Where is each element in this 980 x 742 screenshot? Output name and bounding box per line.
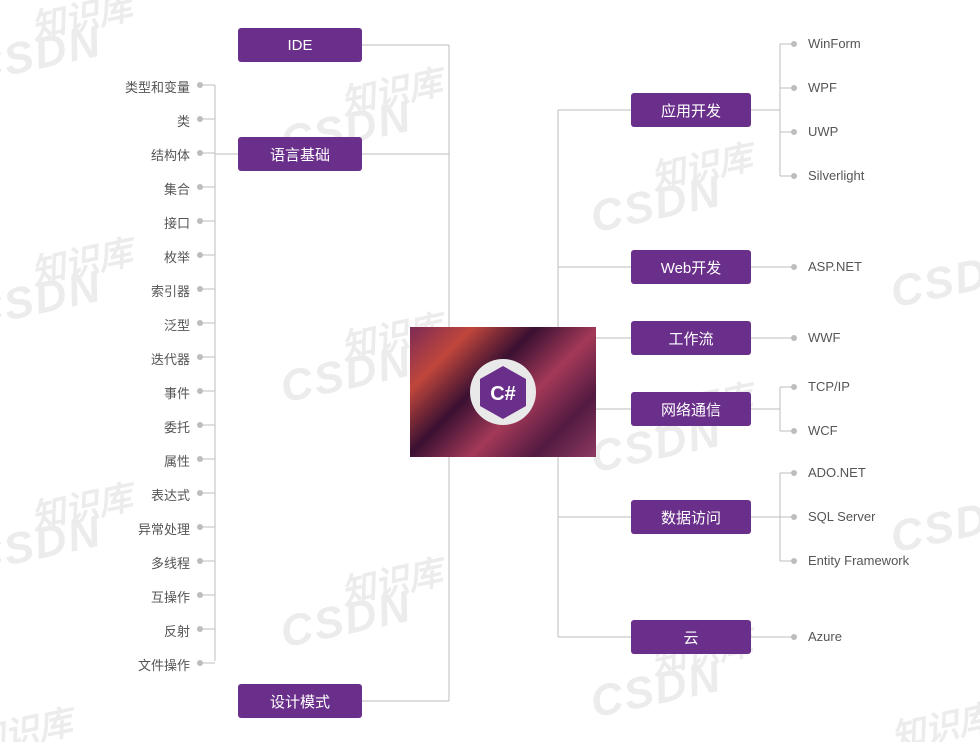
node-web[interactable]: Web开发	[631, 250, 751, 284]
leaf-lang-4[interactable]: 接口	[110, 213, 190, 232]
leaf-lang-2[interactable]: 结构体	[110, 145, 190, 164]
watermark-csdn: CSDN	[0, 507, 106, 583]
watermark-zhishiku: 知识库	[0, 695, 76, 742]
watermark-zhishiku: 知识库	[646, 130, 756, 199]
leaf-cloud-0[interactable]: Azure	[808, 629, 842, 644]
leaf-lang-12[interactable]: 表达式	[110, 485, 190, 504]
leaf-lang-8[interactable]: 迭代器	[110, 349, 190, 368]
watermark-zhishiku: 知识库	[336, 55, 446, 124]
watermark-csdn: CSDN	[276, 582, 416, 658]
leaf-lang-0[interactable]: 类型和变量	[110, 77, 190, 96]
leaf-lang-7[interactable]: 泛型	[110, 315, 190, 334]
watermark-csdn: CSDN	[0, 262, 106, 338]
center-badge: C#	[470, 359, 536, 425]
leaf-data-2[interactable]: Entity Framework	[808, 553, 909, 568]
watermark-zhishiku: 知识库	[886, 690, 980, 742]
node-design[interactable]: 设计模式	[238, 684, 362, 718]
leaf-lang-3[interactable]: 集合	[110, 179, 190, 198]
leaf-lang-9[interactable]: 事件	[110, 383, 190, 402]
leaf-lang-13[interactable]: 异常处理	[110, 519, 190, 538]
leaf-wf-0[interactable]: WWF	[808, 330, 840, 345]
watermark-csdn: CSDN	[586, 167, 726, 243]
watermark-csdn: CSDN	[886, 242, 980, 318]
watermark-csdn: CSDN	[276, 337, 416, 413]
leaf-net-0[interactable]: TCP/IP	[808, 379, 850, 394]
leaf-lang-11[interactable]: 属性	[110, 451, 190, 470]
leaf-data-0[interactable]: ADO.NET	[808, 465, 866, 480]
leaf-app-1[interactable]: WPF	[808, 80, 837, 95]
leaf-app-2[interactable]: UWP	[808, 124, 838, 139]
leaf-lang-16[interactable]: 反射	[110, 621, 190, 640]
csharp-logo-icon: C#	[480, 366, 526, 419]
node-data[interactable]: 数据访问	[631, 500, 751, 534]
node-app[interactable]: 应用开发	[631, 93, 751, 127]
leaf-lang-17[interactable]: 文件操作	[110, 655, 190, 674]
leaf-lang-15[interactable]: 互操作	[110, 587, 190, 606]
watermark-csdn: CSDN	[886, 487, 980, 563]
watermark-zhishiku: 知识库	[336, 545, 446, 614]
node-ide[interactable]: IDE	[238, 28, 362, 62]
leaf-lang-10[interactable]: 委托	[110, 417, 190, 436]
leaf-net-1[interactable]: WCF	[808, 423, 838, 438]
leaf-web-0[interactable]: ASP.NET	[808, 259, 862, 274]
leaf-app-0[interactable]: WinForm	[808, 36, 861, 51]
csharp-logo-text: C#	[490, 383, 516, 405]
leaf-lang-14[interactable]: 多线程	[110, 553, 190, 572]
node-net[interactable]: 网络通信	[631, 392, 751, 426]
watermark-csdn: CSDN	[0, 17, 106, 93]
watermark-zhishiku: 知识库	[26, 0, 136, 49]
leaf-lang-6[interactable]: 索引器	[110, 281, 190, 300]
node-cloud[interactable]: 云	[631, 620, 751, 654]
node-lang[interactable]: 语言基础	[238, 137, 362, 171]
watermark-csdn: CSDN	[586, 652, 726, 728]
leaf-app-3[interactable]: Silverlight	[808, 168, 864, 183]
center-image: C#	[410, 327, 596, 457]
leaf-lang-5[interactable]: 枚举	[110, 247, 190, 266]
leaf-data-1[interactable]: SQL Server	[808, 509, 875, 524]
node-wf[interactable]: 工作流	[631, 321, 751, 355]
leaf-lang-1[interactable]: 类	[110, 111, 190, 130]
